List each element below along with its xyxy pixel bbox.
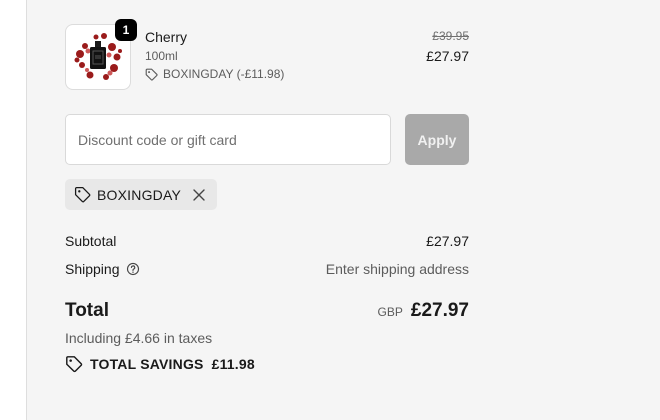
tag-icon (74, 186, 91, 203)
original-price: £39.95 (432, 29, 469, 43)
close-icon (193, 188, 205, 201)
savings-label: TOTAL SAVINGS (90, 356, 204, 372)
subtotal-row: Subtotal £27.97 (65, 232, 469, 250)
shipping-label: Shipping (65, 261, 120, 277)
apply-button[interactable]: Apply (405, 114, 469, 165)
total-label: Total (65, 300, 109, 321)
subtotal-value: £27.97 (426, 233, 469, 249)
total-row: Total GBP £27.97 (65, 298, 469, 324)
applied-discount-chip: BOXINGDAY (65, 179, 218, 210)
tag-icon (66, 356, 83, 373)
total-value: £27.97 (410, 300, 469, 321)
quantity-badge: 1 (115, 19, 137, 41)
currency-code: GBP (377, 305, 403, 319)
applied-discount-code: BOXINGDAY (97, 186, 182, 203)
remove-discount-button[interactable] (191, 187, 207, 203)
line-item: 1 Cherry 100ml BOXINGDAY (-£11.98) £39.9… (65, 19, 469, 90)
product-discount-label: BOXINGDAY (-£11.98) (163, 67, 285, 81)
shipping-row: Shipping Enter shipping address (65, 260, 469, 278)
taxes-note: Including £4.66 in taxes (65, 330, 213, 346)
discount-code-input[interactable] (65, 114, 391, 165)
product-info: Cherry 100ml BOXINGDAY (-£11.98) (145, 28, 284, 82)
subtotal-label: Subtotal (65, 233, 117, 249)
product-prices: £39.95 £27.97 (426, 29, 469, 65)
total-amount: GBP £27.97 (378, 300, 469, 322)
product-thumbnail-wrapper: 1 (65, 19, 137, 90)
discount-form: Apply (65, 114, 469, 165)
product-variant: 100ml (145, 49, 178, 63)
total-savings: TOTAL SAVINGS £11.98 (65, 355, 255, 373)
discounted-price: £27.97 (426, 48, 469, 64)
product-discount: BOXINGDAY (-£11.98) (145, 67, 284, 82)
shipping-label-group: Shipping (65, 261, 140, 277)
shipping-value: Enter shipping address (325, 261, 469, 277)
help-circle-icon[interactable] (126, 262, 140, 276)
savings-value: £11.98 (211, 356, 255, 372)
product-name: Cherry (145, 29, 188, 45)
tag-icon (145, 68, 158, 81)
